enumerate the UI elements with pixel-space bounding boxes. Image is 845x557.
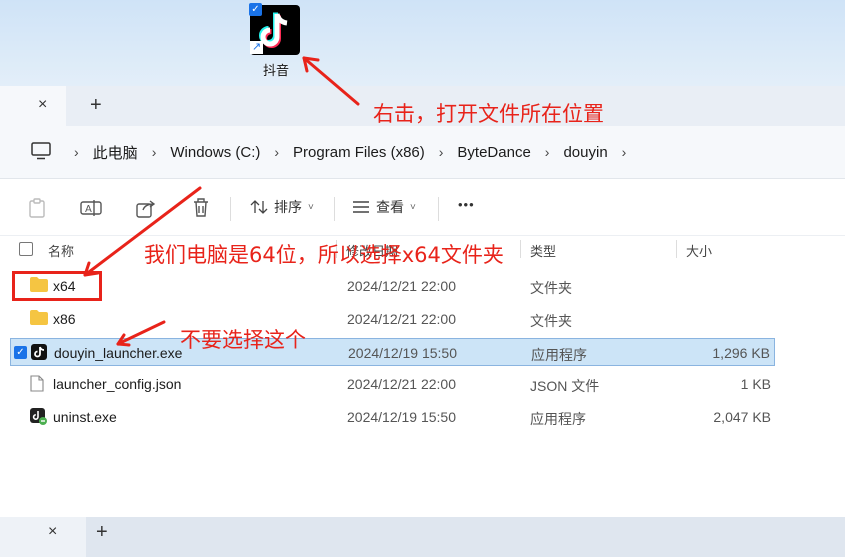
breadcrumb-chevron-icon[interactable]: › bbox=[274, 144, 279, 160]
folder-icon bbox=[30, 310, 48, 325]
row-selection-checkbox[interactable]: ✓ bbox=[14, 346, 27, 359]
shortcut-arrow-icon: ↗ bbox=[250, 41, 263, 54]
monitor-icon[interactable] bbox=[31, 142, 51, 160]
second-window-tab-strip: × + bbox=[0, 517, 845, 557]
breadcrumb: › 此电脑 › Windows (C:) › Program Files (x8… bbox=[70, 126, 640, 178]
column-size-header[interactable]: 大小 bbox=[686, 241, 712, 260]
close-tab-icon[interactable]: × bbox=[38, 96, 47, 114]
address-bar[interactable]: › 此电脑 › Windows (C:) › Program Files (x8… bbox=[0, 126, 845, 179]
annotation-right-click: 右击，打开文件所在位置 bbox=[373, 102, 604, 126]
svg-text:A: A bbox=[85, 204, 92, 215]
tiktok-note-icon bbox=[259, 12, 288, 48]
breadcrumb-program-files[interactable]: Program Files (x86) bbox=[293, 144, 425, 161]
uninstaller-icon bbox=[30, 408, 47, 425]
file-date: 2024/12/21 22:00 bbox=[347, 278, 456, 294]
file-row-douyin-launcher[interactable]: ✓ douyin_launcher.exe 2024/12/19 15:50 应… bbox=[10, 338, 775, 366]
breadcrumb-chevron-icon[interactable]: › bbox=[152, 144, 157, 160]
explorer-tab[interactable]: × bbox=[0, 86, 66, 126]
file-row-x86[interactable]: x86 2024/12/21 22:00 文件夹 bbox=[10, 305, 775, 333]
file-type: 应用程序 bbox=[531, 347, 587, 363]
close-tab-icon[interactable]: × bbox=[48, 523, 57, 541]
more-options-button[interactable]: ••• bbox=[458, 197, 475, 212]
desktop-background: ✓ ↗ 抖音 bbox=[0, 0, 845, 86]
breadcrumb-chevron-icon[interactable]: › bbox=[545, 144, 550, 160]
document-icon bbox=[30, 375, 44, 392]
file-name: uninst.exe bbox=[53, 409, 117, 425]
file-name: douyin_launcher.exe bbox=[54, 345, 183, 361]
toolbar-divider bbox=[438, 197, 439, 221]
toolbar-divider bbox=[230, 197, 231, 221]
column-type-header[interactable]: 类型 bbox=[530, 241, 556, 260]
file-type: JSON 文件 bbox=[530, 378, 600, 394]
file-type: 应用程序 bbox=[530, 411, 586, 427]
chevron-down-icon: ˅ bbox=[410, 201, 416, 213]
sort-button[interactable]: 排序 ˅ bbox=[250, 197, 314, 217]
toolbar-divider bbox=[334, 197, 335, 221]
breadcrumb-chevron-icon[interactable]: › bbox=[622, 144, 627, 160]
paste-icon[interactable] bbox=[28, 198, 46, 218]
file-row-launcher-config[interactable]: launcher_config.json 2024/12/21 22:00 JS… bbox=[10, 370, 775, 398]
file-size: 1,296 KB bbox=[712, 345, 770, 361]
column-divider[interactable] bbox=[520, 240, 521, 258]
breadcrumb-chevron-icon[interactable]: › bbox=[74, 144, 79, 160]
column-name-header[interactable]: 名称 bbox=[48, 241, 74, 260]
rename-icon[interactable]: A bbox=[80, 198, 102, 218]
file-date: 2024/12/21 22:00 bbox=[347, 376, 456, 392]
breadcrumb-this-pc[interactable]: 此电脑 bbox=[93, 142, 138, 163]
x64-highlight-box bbox=[12, 271, 102, 301]
explorer-tab[interactable]: × bbox=[0, 517, 86, 557]
breadcrumb-bytedance[interactable]: ByteDance bbox=[457, 144, 530, 161]
new-tab-icon[interactable]: + bbox=[90, 94, 102, 117]
sort-label: 排序 bbox=[274, 199, 302, 215]
view-label: 查看 bbox=[376, 199, 404, 215]
view-button[interactable]: 查看 ˅ bbox=[352, 197, 416, 217]
douyin-app-icon bbox=[31, 344, 47, 360]
annotation-dont-choose: 不要选择这个 bbox=[180, 328, 306, 352]
command-bar: A 排序 ˅ 查看 ˅ ••• bbox=[0, 179, 845, 236]
delete-icon[interactable] bbox=[192, 197, 210, 218]
file-row-uninst[interactable]: uninst.exe 2024/12/19 15:50 应用程序 2,047 K… bbox=[10, 403, 775, 431]
file-type: 文件夹 bbox=[530, 313, 572, 329]
file-size: 2,047 KB bbox=[713, 409, 771, 425]
chevron-down-icon: ˅ bbox=[308, 201, 314, 213]
desktop-shortcut-label[interactable]: 抖音 bbox=[254, 60, 298, 79]
file-name: x86 bbox=[53, 311, 76, 327]
share-icon[interactable] bbox=[136, 198, 156, 218]
select-all-checkbox[interactable] bbox=[19, 242, 33, 256]
desktop-selection-checkbox[interactable]: ✓ bbox=[249, 3, 262, 16]
breadcrumb-c-drive[interactable]: Windows (C:) bbox=[170, 144, 260, 161]
annotation-choose-x64: 我们电脑是64位，所以选择x64文件夹 bbox=[144, 243, 504, 267]
list-view-icon bbox=[353, 201, 369, 213]
breadcrumb-douyin[interactable]: douyin bbox=[563, 144, 607, 161]
file-size: 1 KB bbox=[740, 376, 771, 392]
sort-arrows-icon bbox=[250, 200, 268, 214]
file-date: 2024/12/19 15:50 bbox=[347, 409, 456, 425]
file-row-x64[interactable]: x64 2024/12/21 22:00 文件夹 bbox=[10, 272, 775, 300]
new-tab-icon[interactable]: + bbox=[96, 521, 108, 544]
breadcrumb-chevron-icon[interactable]: › bbox=[439, 144, 444, 160]
file-name: launcher_config.json bbox=[53, 376, 182, 392]
file-date: 2024/12/21 22:00 bbox=[347, 311, 456, 327]
file-date: 2024/12/19 15:50 bbox=[348, 345, 457, 361]
file-type: 文件夹 bbox=[530, 280, 572, 296]
column-divider[interactable] bbox=[676, 240, 677, 258]
